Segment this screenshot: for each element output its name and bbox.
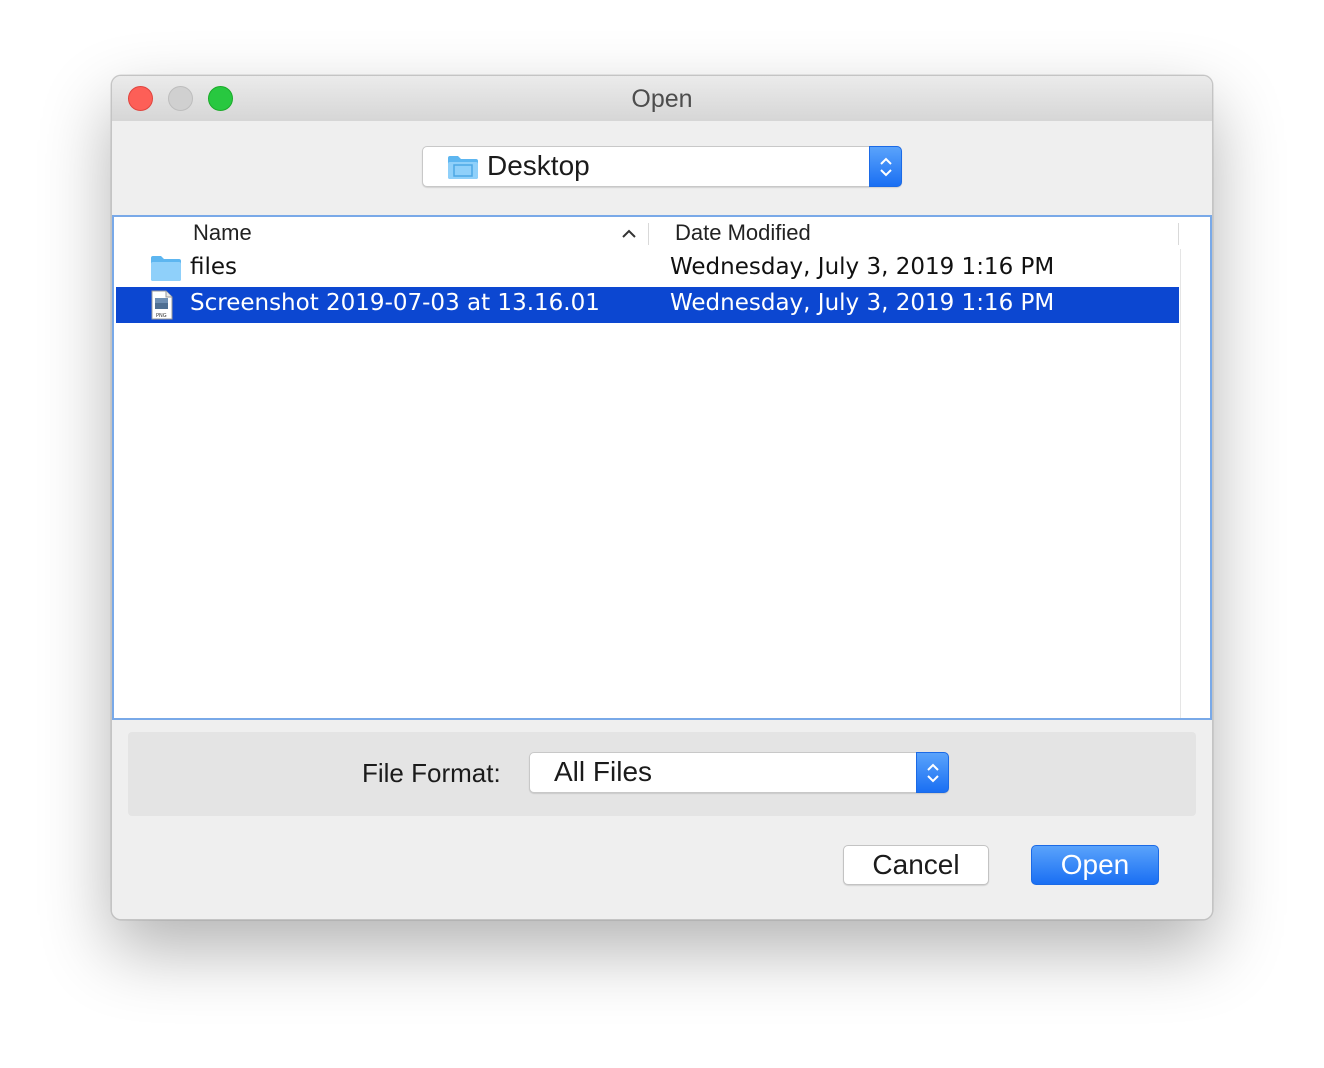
location-popup[interactable]: Desktop — [422, 146, 902, 187]
column-divider — [1180, 249, 1181, 718]
file-row-selected[interactable]: PNG Screenshot 2019-07-03 at 13.16.01 We… — [116, 287, 1179, 323]
file-browser[interactable]: Name Date Modified files Wednesday, July… — [112, 215, 1212, 720]
title-bar: Open — [112, 76, 1212, 122]
column-separator[interactable] — [1178, 223, 1179, 245]
dialog-content: Desktop Name Date Modified files Wednesd… — [112, 121, 1212, 919]
file-format-panel: File Format: All Files — [128, 732, 1196, 816]
cancel-button[interactable]: Cancel — [843, 845, 989, 885]
file-format-popup-label: All Files — [554, 756, 653, 787]
file-row[interactable]: files Wednesday, July 3, 2019 1:16 PM — [116, 251, 1179, 287]
svg-text:PNG: PNG — [156, 313, 167, 319]
date-modified-column-header[interactable]: Date Modified — [675, 220, 811, 246]
png-file-icon: PNG — [150, 290, 174, 325]
column-header: Name Date Modified — [114, 217, 1210, 249]
location-stepper-icon — [869, 146, 902, 187]
file-name: Screenshot 2019-07-03 at 13.16.01 — [190, 290, 600, 316]
folder-icon — [150, 254, 182, 287]
file-date: Wednesday, July 3, 2019 1:16 PM — [670, 290, 1055, 316]
folder-icon — [447, 154, 479, 185]
file-date: Wednesday, July 3, 2019 1:16 PM — [670, 254, 1055, 280]
open-dialog: Open Desktop Name Date Modified files We… — [111, 75, 1213, 920]
location-popup-label: Desktop — [487, 150, 590, 181]
column-separator[interactable] — [648, 223, 649, 245]
file-name: files — [190, 254, 238, 280]
file-format-label: File Format: — [362, 758, 501, 788]
sort-ascending-icon — [622, 226, 636, 244]
name-column-header[interactable]: Name — [193, 220, 252, 246]
window-title: Open — [631, 85, 693, 113]
file-format-popup[interactable]: All Files — [529, 752, 949, 793]
open-button[interactable]: Open — [1031, 845, 1159, 885]
file-format-stepper-icon — [916, 752, 949, 793]
